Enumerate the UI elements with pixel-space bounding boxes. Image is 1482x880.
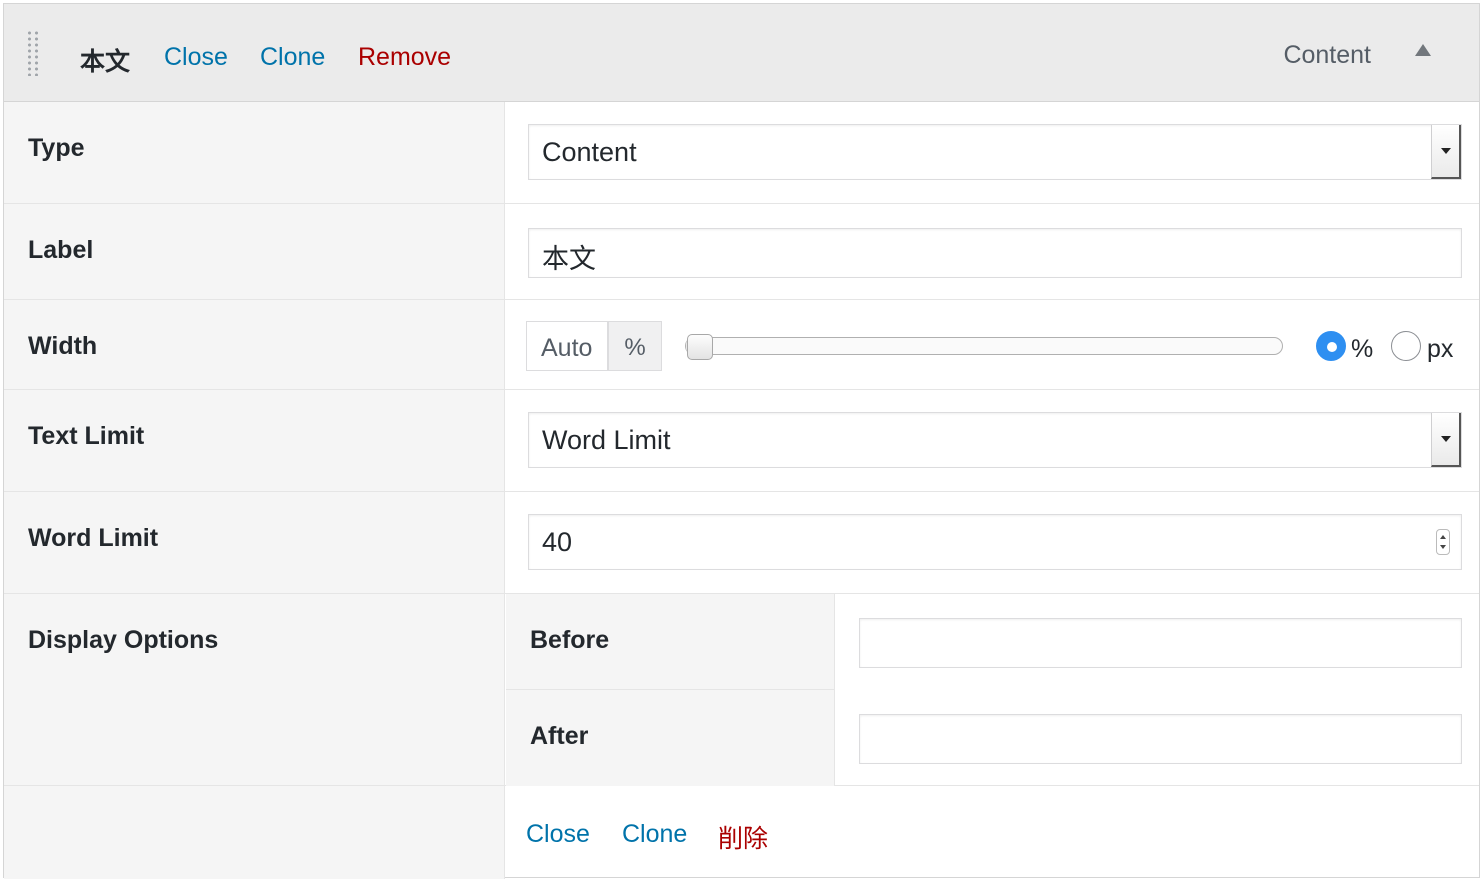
header-remove-link[interactable]: Remove (358, 43, 451, 72)
word-limit-label-cell: Word Limit (4, 492, 505, 593)
type-label: Type (28, 134, 85, 162)
row-width: Width Auto % % px (4, 300, 1479, 390)
after-label-cell: After (506, 690, 835, 786)
column-header: 本文 Close Clone Remove Content (4, 4, 1479, 102)
text-limit-select-value: Word Limit (542, 425, 671, 455)
label-input-value: 本文 (542, 244, 596, 274)
width-unit-text: % (624, 334, 646, 361)
number-stepper-icon[interactable] (1436, 529, 1450, 555)
row-text-limit: Text Limit Word Limit (4, 390, 1479, 492)
text-limit-label-cell: Text Limit (4, 390, 505, 491)
display-options-label: Display Options (28, 626, 219, 654)
label-label: Label (28, 236, 94, 264)
column-title: 本文 (80, 48, 131, 76)
unit-radio-px-label[interactable]: px (1427, 335, 1453, 364)
word-limit-label: Word Limit (28, 524, 159, 552)
column-type-name: Content (1283, 41, 1371, 69)
drag-handle-icon[interactable] (26, 30, 40, 76)
width-slider[interactable] (685, 334, 1283, 360)
width-slider-handle[interactable] (687, 334, 713, 360)
width-auto-text: Auto (541, 334, 593, 362)
before-label: Before (530, 626, 610, 654)
footer-remove-link[interactable]: 削除 (718, 819, 768, 855)
triangle-up-icon[interactable] (1415, 44, 1431, 56)
width-value-input[interactable]: Auto (526, 321, 608, 371)
label-label-cell: Label (4, 204, 505, 299)
footer-label-cell (4, 786, 505, 879)
display-options-label-cell: Display Options (4, 594, 505, 785)
type-select-value: Content (542, 137, 637, 167)
column-settings-panel: 本文 Close Clone Remove Content Type Conte… (3, 3, 1480, 879)
width-unit-display: % (608, 321, 662, 371)
width-label: Width (28, 332, 98, 360)
word-limit-input-value: 40 (542, 527, 573, 557)
before-label-cell: Before (506, 594, 835, 690)
unit-radio-px[interactable] (1391, 331, 1421, 361)
after-input[interactable] (859, 714, 1462, 764)
footer-clone-link[interactable]: Clone (622, 820, 687, 849)
row-type: Type Content (4, 102, 1479, 204)
row-display-options: Display Options Before After (4, 594, 1479, 786)
type-select[interactable]: Content (528, 124, 1462, 180)
before-input[interactable] (859, 618, 1462, 668)
type-label-cell: Type (4, 102, 505, 203)
unit-radio-percent[interactable] (1316, 331, 1346, 361)
row-label: Label 本文 (4, 204, 1479, 300)
row-word-limit: Word Limit 40 (4, 492, 1479, 594)
after-label: After (530, 722, 589, 750)
text-limit-label: Text Limit (28, 422, 145, 450)
text-limit-select[interactable]: Word Limit (528, 412, 1462, 468)
chevron-down-icon[interactable] (1431, 125, 1461, 179)
footer-close-link[interactable]: Close (526, 820, 590, 849)
width-label-cell: Width (4, 300, 505, 389)
word-limit-input[interactable]: 40 (528, 514, 1462, 570)
header-clone-link[interactable]: Clone (260, 43, 325, 72)
unit-radio-percent-label[interactable]: % (1351, 335, 1373, 364)
header-close-link[interactable]: Close (164, 43, 228, 72)
label-input[interactable]: 本文 (528, 228, 1462, 278)
chevron-down-icon[interactable] (1431, 413, 1461, 467)
row-footer-actions: Close Clone 削除 (4, 786, 1479, 879)
